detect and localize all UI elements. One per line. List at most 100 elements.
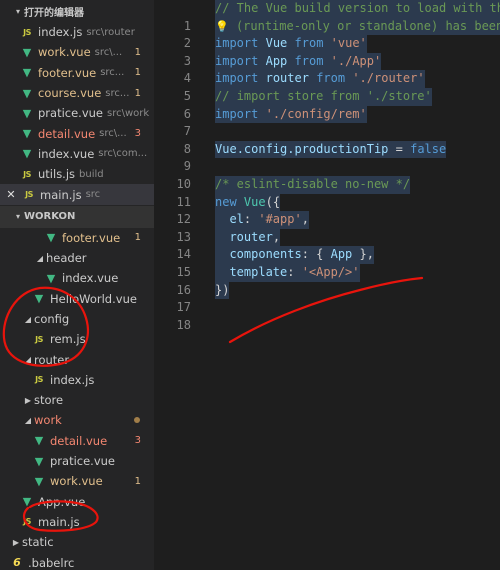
tree-file[interactable]: ▼ HelloWorld.vue [0,289,154,309]
code-line: 13 el: '#app', [154,211,500,244]
string: '<App/>' [301,264,360,279]
property: components [229,247,302,262]
open-editors-header[interactable]: ▾ 打开的编辑器 [0,0,154,22]
close-icon[interactable]: ✕ [4,188,18,201]
folder-name: config [34,312,70,326]
lightbulb-icon[interactable]: 💡 [215,20,229,33]
vue-file-icon: ▼ [22,495,32,509]
open-editor-item[interactable]: JS utils.js build [0,164,154,184]
file-name: rem.js [50,332,86,347]
keyword: import [215,106,259,121]
tree-file[interactable]: ▼ App.vue [0,492,154,512]
open-editor-item[interactable]: ▼ index.vue src\com... [0,144,154,164]
code-text: import Vue from 'vue' [215,35,367,53]
folder-collapsed-icon: ▶ [12,537,20,547]
file-name: index.js [38,25,83,40]
tree-file[interactable]: ▼ footer.vue 1 [0,228,154,248]
problem-count-badge: 1 [134,87,141,99]
open-editor-item[interactable]: JS index.js src\router [0,22,154,42]
code-line: 16 template: '<App/>' [154,263,500,297]
tree-folder[interactable]: ◢ header [0,248,154,268]
tree-folder[interactable]: ◢ work [0,410,154,430]
modified-dot-icon [134,417,140,424]
open-editor-item[interactable]: ▼ work.vue src\... 1 [0,42,154,62]
file-path: src\router [86,26,135,38]
workspace-header[interactable]: ▾ WORKON [0,205,154,228]
tree-folder[interactable]: ◢ config [0,309,154,329]
tree-folder[interactable]: ◢ router [0,349,154,369]
problem-count-badge: 3 [134,128,141,140]
problem-count-badge: 3 [134,435,141,447]
tree-file[interactable]: ▼ pratice.vue [0,451,154,471]
problem-count-badge: 1 [134,475,141,487]
file-path: build [79,168,104,180]
open-editor-item[interactable]: ▼ detail.vue src\... 3 [0,123,154,143]
vue-file-icon: ▼ [46,271,56,285]
chevron-down-icon: ▾ [15,212,20,222]
code-text: router, [215,228,281,247]
identifier: router [265,71,309,86]
babel-file-icon: 6 [13,556,21,570]
open-editor-item-active[interactable]: ✕ JS main.js src [0,184,154,205]
file-name: HelloWorld.vue [50,291,137,306]
tree-file[interactable]: JS index.js [0,370,154,390]
code-text: el: '#app', [215,211,309,229]
vue-file-icon: ▼ [34,434,44,448]
punctuation: }, [352,247,374,262]
code-editor[interactable]: 1 // The Vue build version to load with … [154,0,500,570]
tree-file[interactable]: ▼ detail.vue 3 [0,431,154,451]
comment: (runtime-only or standalone) has been [235,18,500,33]
code-text: Vue.config.productionTip = false [215,140,447,159]
string: 'vue' [330,36,367,51]
tree-file[interactable]: JS main.js [0,512,154,532]
folder-collapsed-icon: ▶ [24,395,32,405]
vue-file-icon: ▼ [22,106,32,120]
punctuation: }) [215,282,230,297]
string: './router' [352,71,425,86]
vue-file-icon: ▼ [22,127,32,141]
file-path: src\com... [98,148,148,160]
code-text: import './config/rem' [215,105,367,124]
code-line: 12 new Vue({ [154,193,500,226]
code-text: // import store from './store' [215,87,432,106]
punctuation: , [272,229,281,244]
vue-file-icon: ▼ [34,454,44,468]
file-name: course.vue [38,86,102,101]
code-line: 14 router, [154,228,500,261]
tree-file[interactable]: ▼ work.vue 1 [0,471,154,491]
open-editor-item[interactable]: ▼ footer.vue src... 1 [0,63,154,83]
folder-name: router [34,352,70,367]
open-editors-title: 打开的编辑器 [24,7,84,19]
file-name: work.vue [50,474,103,489]
problem-count-badge: 1 [134,46,141,58]
file-name: footer.vue [62,230,121,245]
code-line: 2 💡 (runtime-only or standalone) has bee… [154,17,500,50]
string: './config/rem' [265,106,367,121]
workspace-title: WORKON [24,211,76,223]
punctuation: ({ [265,194,281,209]
folder-expanded-icon: ◢ [24,415,32,425]
open-editor-item[interactable]: ▼ course.vue src... 1 [0,83,154,103]
js-file-icon: JS [23,169,31,179]
open-editor-item[interactable]: ▼ pratice.vue src\work [0,103,154,123]
tree-folder[interactable]: ▶ store [0,390,154,410]
file-name: index.js [50,372,95,387]
js-file-icon: JS [35,334,43,344]
tree-folder[interactable]: ▶ static [0,532,154,552]
identifier: App [330,247,353,262]
code-text: template: '<App/>' [215,263,360,282]
js-file-icon: JS [35,375,43,385]
code-line: 6 // import store from './store' [154,87,500,121]
keyword: import [215,53,259,68]
code-line: 7 import './config/rem' [154,105,500,138]
tree-file[interactable]: ▼ index.vue [0,268,154,288]
tree-file[interactable]: 6 .babelrc [0,552,154,570]
keyword: false [410,141,447,156]
tree-file[interactable]: JS rem.js [0,329,154,349]
code-line: 1 // The Vue build version to load with … [154,0,500,33]
code-line: 10 [154,158,500,191]
keyword: import [215,36,259,51]
code-line: 5 import router from './router' [154,70,500,103]
folder-expanded-icon: ◢ [24,314,32,324]
code-line: 17 }) [154,281,500,314]
